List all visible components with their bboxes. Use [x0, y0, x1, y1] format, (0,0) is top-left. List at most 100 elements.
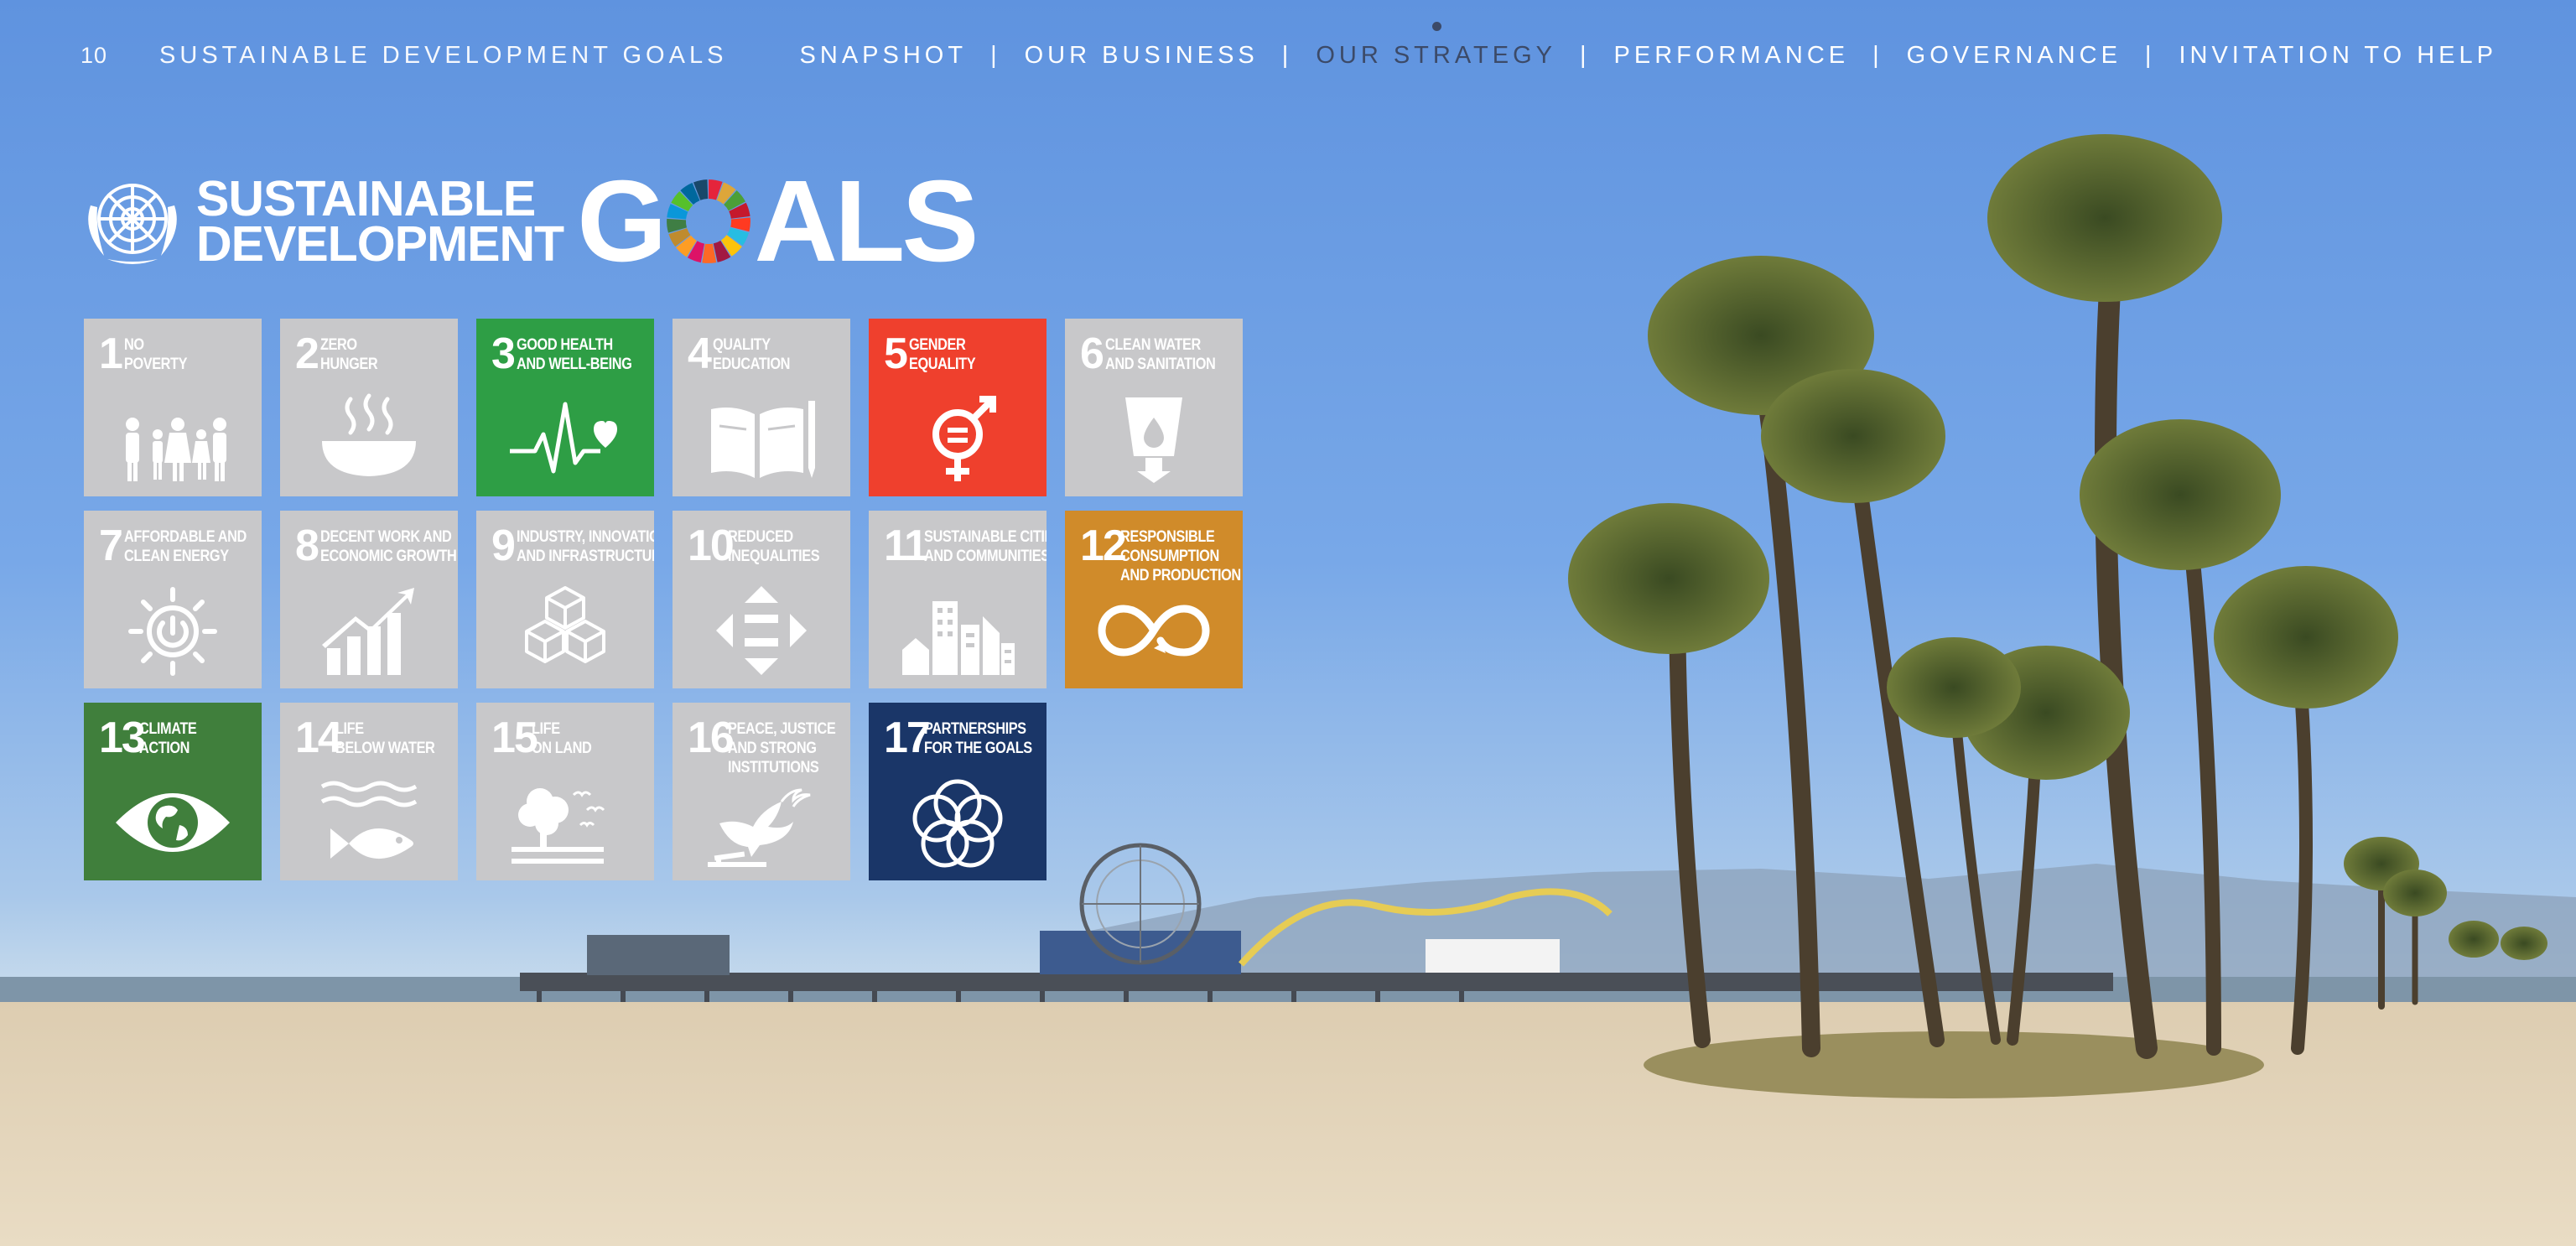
water-glass-icon	[1125, 397, 1182, 483]
goal-label-line: PARTNERSHIPS	[924, 720, 1026, 738]
goal-number: 10	[688, 522, 735, 570]
bowl-icon	[322, 393, 416, 476]
goal-label-line: AND WELL-BEING	[517, 356, 632, 373]
goal-number: 9	[491, 522, 516, 570]
goal-tile-15: 15 LIFE ON LAND	[476, 703, 654, 880]
goal-label: QUALITY EDUCATION	[713, 335, 790, 374]
goal-number: 4	[688, 330, 712, 378]
goal-label-line: BELOW WATER	[335, 740, 435, 757]
section-title: SUSTAINABLE DEVELOPMENT GOALS	[159, 42, 728, 69]
goal-label-line: GOOD HEALTH	[517, 336, 613, 354]
tree-birds-icon	[512, 788, 605, 864]
un-emblem-icon	[88, 184, 177, 264]
goal-label-line: AND SANITATION	[1105, 356, 1216, 373]
goal-label-line: PEACE, JUSTICE	[728, 720, 836, 738]
goal-label-line: RESPONSIBLE	[1120, 528, 1215, 546]
goal-tile-4: 4 QUALITY EDUCATION	[673, 319, 850, 496]
nav-separator: |	[990, 42, 1001, 69]
goal-label-line: POVERTY	[124, 356, 188, 373]
sdg-color-wheel-icon	[667, 179, 751, 263]
goal-label-line: SUSTAINABLE CITIES	[924, 528, 1046, 546]
goal-label: PARTNERSHIPS FOR THE GOALS	[924, 719, 1032, 758]
goal-label-line: EDUCATION	[713, 356, 791, 373]
goal-number: 17	[884, 714, 931, 762]
infinity-icon	[1098, 605, 1210, 657]
logo-line-2: DEVELOPMENT	[196, 216, 564, 272]
sdg-logo: SUSTAINABLE DEVELOPMENT G ALS	[79, 157, 979, 286]
goal-label: AFFORDABLE AND CLEAN ENERGY	[124, 527, 247, 566]
goal-label: NO POVERTY	[124, 335, 188, 374]
goal-label-line: HUNGER	[320, 356, 378, 373]
nav-separator: |	[1579, 42, 1591, 69]
goal-label: ZERO HUNGER	[320, 335, 378, 374]
nav-separator: |	[2144, 42, 2156, 69]
goal-tile-16: 16 PEACE, JUSTICE AND STRONG INSTITUTIONS	[673, 703, 850, 880]
goal-label-line: FOR THE GOALS	[924, 740, 1032, 757]
page-number: 10	[80, 43, 108, 68]
people-icon	[126, 418, 226, 481]
goal-tile-6: 6 CLEAN WATER AND SANITATION	[1065, 319, 1243, 496]
goal-label-line: EQUALITY	[909, 356, 976, 373]
book-icon	[711, 401, 815, 478]
goal-label-line: REDUCED	[728, 528, 793, 546]
goal-label-line: INEQUALITIES	[728, 548, 820, 565]
fish-icon	[320, 781, 418, 859]
goal-label: LIFE ON LAND	[532, 719, 592, 758]
goal-tile-8: 8 DECENT WORK AND ECONOMIC GROWTH	[280, 511, 458, 688]
nav-our-business[interactable]: OUR BUSINESS	[1025, 42, 1259, 70]
nav-performance[interactable]: PERFORMANCE	[1614, 42, 1850, 70]
goal-number: 12	[1080, 522, 1127, 570]
nav-separator: |	[1872, 42, 1883, 69]
goal-label: DECENT WORK AND ECONOMIC GROWTH	[320, 527, 457, 566]
goal-number: 15	[491, 714, 538, 762]
goal-label: PEACE, JUSTICE AND STRONG INSTITUTIONS	[728, 719, 836, 777]
goal-label: GENDER EQUALITY	[909, 335, 976, 374]
goal-label: GOOD HEALTH AND WELL-BEING	[517, 335, 632, 374]
eye-globe-icon	[116, 793, 230, 852]
goal-label: INDUSTRY, INNOVATION AND INFRASTRUCTURE	[517, 527, 654, 566]
goal-label-line: INDUSTRY, INNOVATION	[517, 528, 654, 546]
goal-number: 2	[295, 330, 319, 378]
goal-label-line: ECONOMIC GROWTH	[320, 548, 457, 565]
goal-tile-2: 2 ZERO HUNGER	[280, 319, 458, 496]
goal-number: 11	[884, 522, 928, 570]
goal-label-line: CLIMATE	[139, 720, 197, 738]
goal-label-line: AFFORDABLE AND	[124, 528, 247, 546]
logo-line-1: SUSTAINABLE	[196, 171, 536, 226]
goal-label: LIFE BELOW WATER	[335, 719, 435, 758]
nav-separator: |	[1281, 42, 1293, 69]
equality-arrows-icon	[716, 586, 807, 675]
goal-number: 13	[99, 714, 146, 762]
sun-power-icon	[128, 587, 217, 676]
nav-snapshot[interactable]: SNAPSHOT	[800, 42, 968, 70]
goal-label-line: LIFE	[532, 720, 560, 738]
goals-wordmark: G ALS	[577, 157, 979, 286]
goal-tile-9: 9INDUSTRY, INNOVATION AND INFRASTRUCTURE	[476, 511, 654, 688]
nav-invitation-to-help[interactable]: INVITATION TO HELP	[2179, 42, 2497, 70]
goal-tile-7: 7 AFFORDABLE AND CLEAN ENERGY	[84, 511, 262, 688]
goal-number: 1	[99, 330, 123, 378]
goal-tile-13: 13 CLIMATE ACTION	[84, 703, 262, 880]
goal-label-line: ON LAND	[532, 740, 592, 757]
goal-label: CLEAN WATER AND SANITATION	[1105, 335, 1216, 374]
goal-label-line: CONSUMPTION	[1120, 548, 1219, 565]
goals-letter-g: G	[577, 157, 667, 286]
goal-label-line: GENDER	[909, 336, 966, 354]
goal-number: 7	[99, 522, 123, 570]
goal-tile-11: 11SUSTAINABLE CITIES AND COMMUNITIES	[869, 511, 1046, 688]
goal-label: SUSTAINABLE CITIES AND COMMUNITIES	[924, 527, 1046, 566]
goal-tile-5: 5 GENDER EQUALITY	[869, 319, 1046, 496]
goal-label-line: AND STRONG	[728, 740, 817, 757]
heartbeat-icon	[510, 402, 617, 474]
goal-number: 3	[491, 330, 516, 378]
goal-tile-10: 10 REDUCED INEQUALITIES	[673, 511, 850, 688]
goal-label-line: CLEAN WATER	[1105, 336, 1201, 354]
goal-tile-17: 17 PARTNERSHIPS FOR THE GOALS	[869, 703, 1046, 880]
goals-letters-als: ALS	[754, 157, 979, 286]
nav-governance[interactable]: GOVERNANCE	[1907, 42, 2122, 70]
top-navigation: SNAPSHOT | OUR BUSINESS | OUR STRATEGY |…	[800, 22, 2497, 70]
goal-label-line: LIFE	[335, 720, 364, 738]
nav-our-strategy[interactable]: OUR STRATEGY	[1316, 22, 1556, 70]
rings-icon	[912, 779, 1003, 868]
goal-label-line: CLEAN ENERGY	[124, 548, 229, 565]
